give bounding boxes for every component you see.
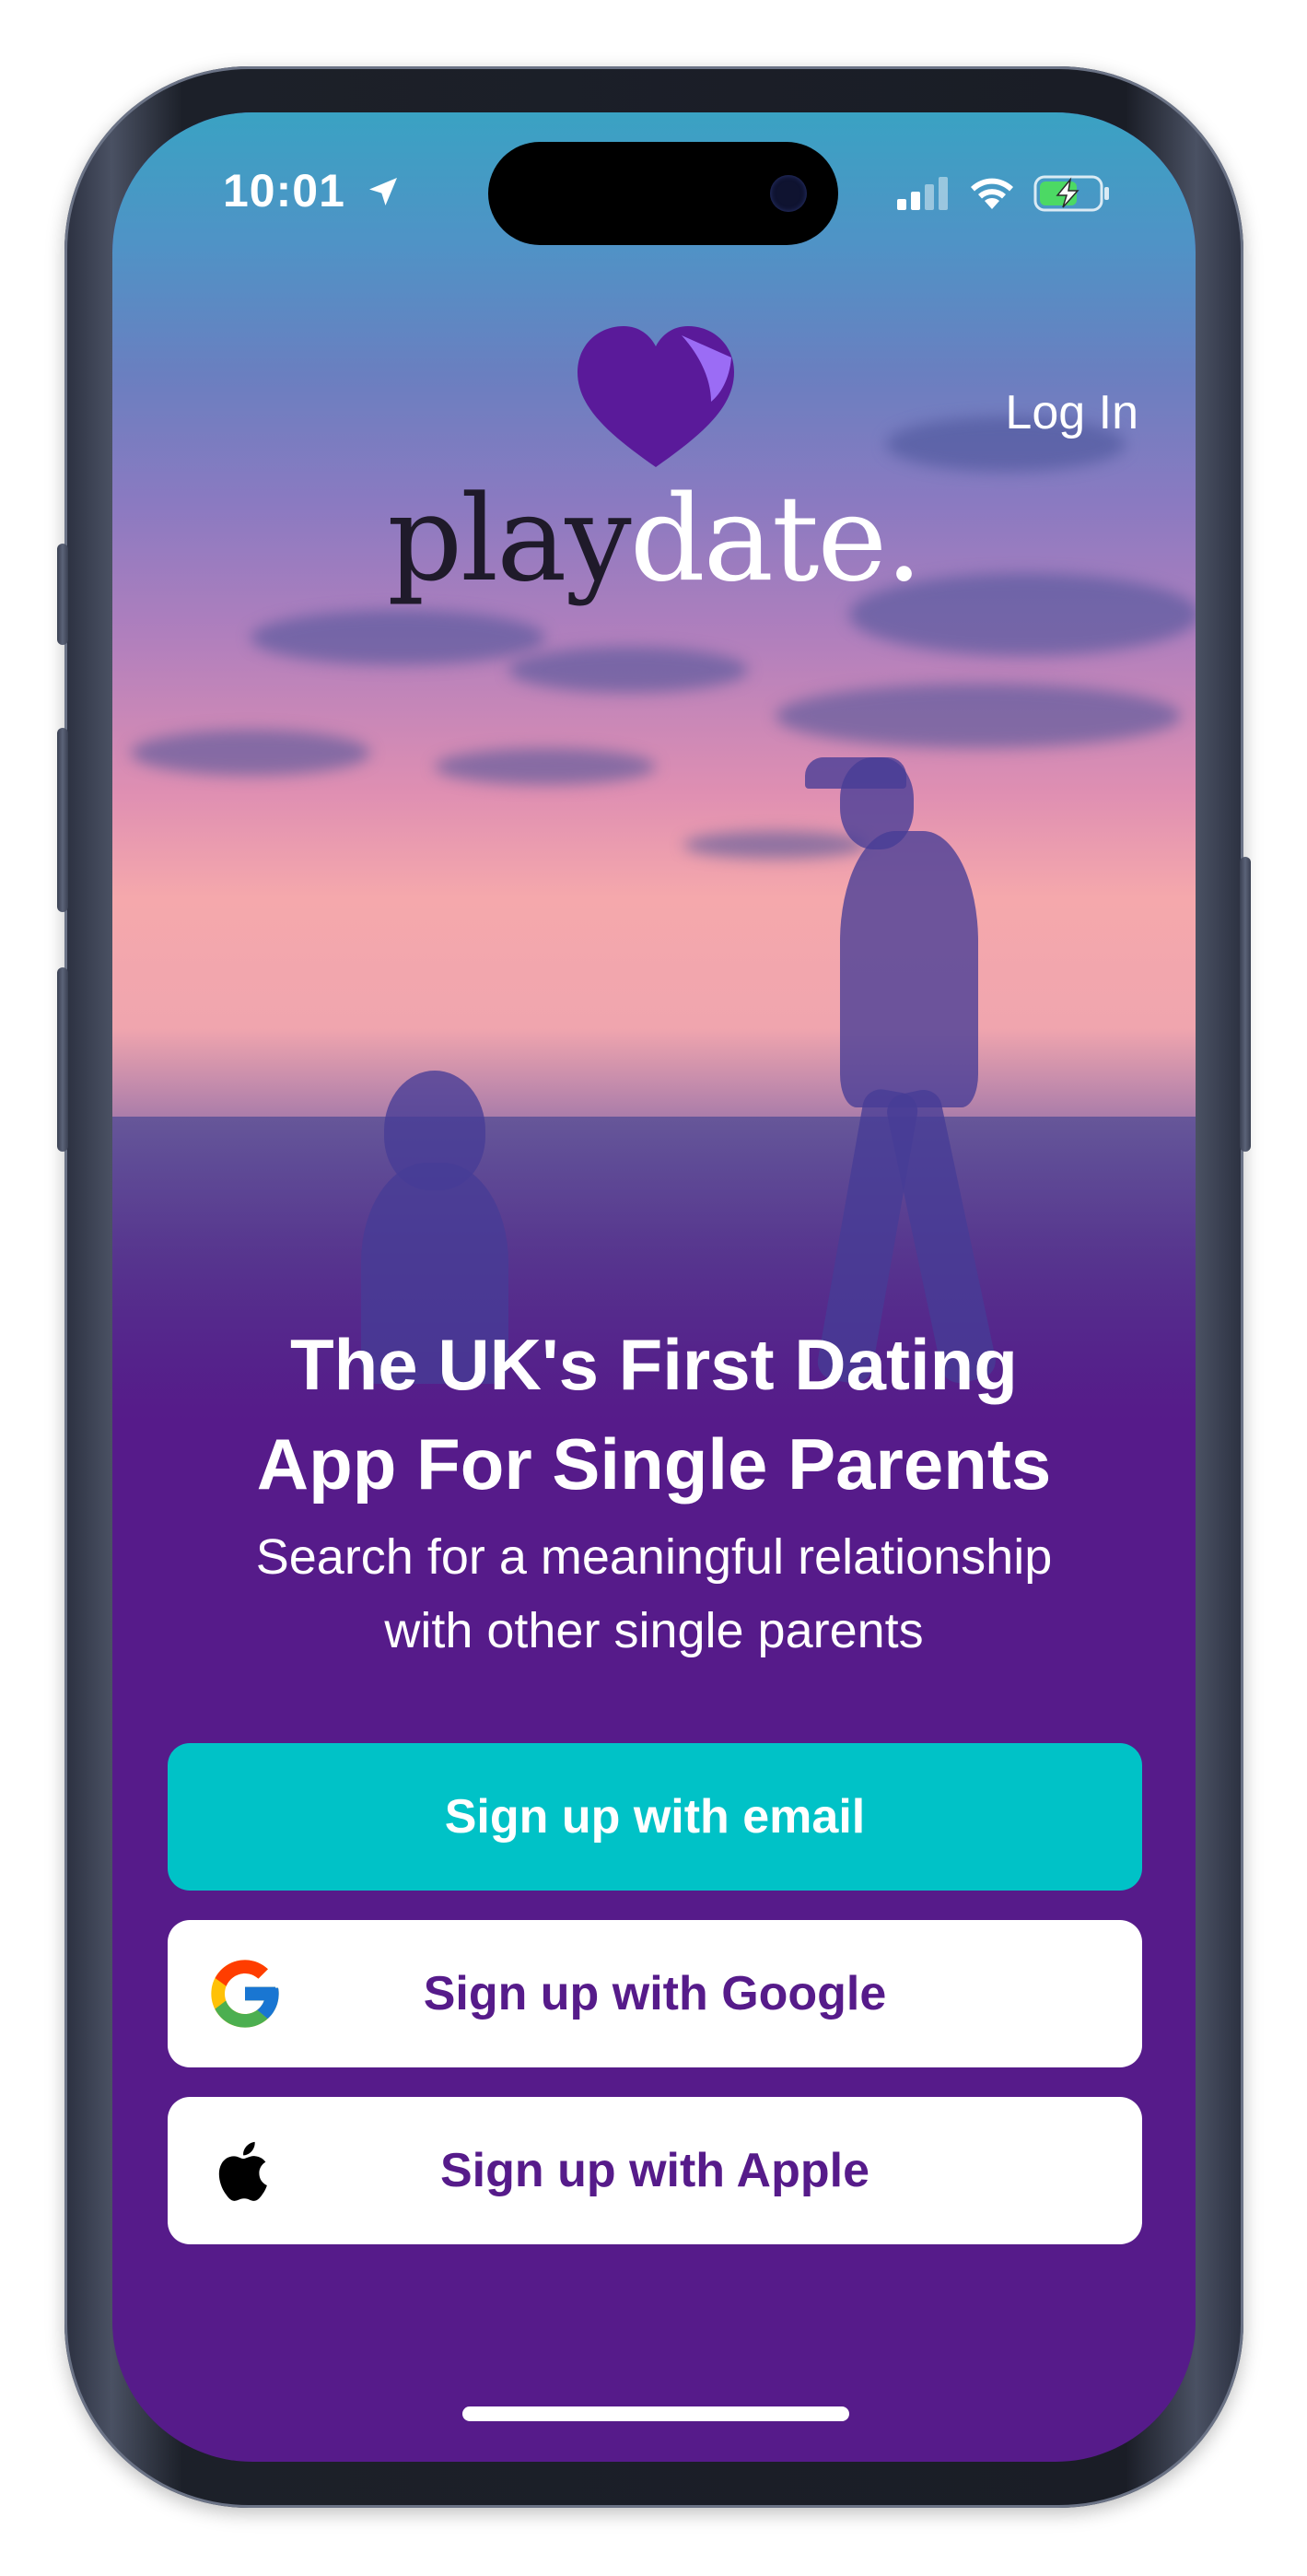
- app-screen: 10:01 playdate. Log In The UK's First Da…: [112, 112, 1196, 2462]
- front-camera: [770, 175, 807, 212]
- volume-down-button: [57, 967, 68, 1152]
- heart-icon: [578, 326, 734, 467]
- home-indicator[interactable]: [462, 2406, 849, 2421]
- adult-silhouette-cap: [805, 757, 906, 789]
- cellular-signal-icon: [897, 177, 948, 210]
- headline-line: The UK's First Dating: [290, 1324, 1018, 1405]
- status-time: 10:01: [223, 164, 402, 217]
- device-mockup: 10:01 playdate. Log In The UK's First Da…: [0, 0, 1307, 2576]
- status-time-text: 10:01: [223, 165, 345, 217]
- cloud: [776, 684, 1181, 748]
- cloud: [251, 610, 545, 665]
- sign-up-google-label: Sign up with Google: [423, 1967, 887, 2020]
- cloud: [131, 730, 370, 776]
- hero-headline: The UK's First Dating App For Single Par…: [112, 1315, 1196, 1514]
- location-arrow-icon: [368, 178, 397, 205]
- hero-photo: [112, 112, 1196, 1421]
- sign-up-apple-label: Sign up with Apple: [439, 2144, 870, 2197]
- adult-silhouette-body: [840, 831, 978, 1107]
- sign-up-email-label: Sign up with email: [444, 1790, 866, 1844]
- brand-wordmark: playdate.: [112, 481, 1196, 599]
- google-g-icon: [211, 1960, 279, 2028]
- cloud: [435, 748, 656, 785]
- subheading-line: Search for a meaningful relationship: [255, 1529, 1053, 1585]
- brand-name-part1: play: [387, 471, 631, 608]
- cloud: [683, 831, 868, 859]
- action-button: [57, 544, 68, 645]
- sign-up-email-button[interactable]: Sign up with email: [168, 1743, 1142, 1891]
- wifi-icon: [971, 178, 1013, 209]
- power-button: [1240, 857, 1251, 1152]
- cloud: [508, 647, 748, 693]
- sign-up-google-button[interactable]: Sign up with Google: [168, 1920, 1142, 2067]
- status-icons: [897, 175, 1111, 212]
- apple-logo-icon: [218, 2141, 267, 2201]
- subheading-line: with other single parents: [384, 1603, 924, 1658]
- hero-subheading: Search for a meaningful relationship wit…: [112, 1520, 1196, 1668]
- dynamic-island: [488, 142, 838, 245]
- headline-line: App For Single Parents: [256, 1423, 1052, 1505]
- brand-name-part2: date.: [629, 471, 923, 608]
- login-link[interactable]: Log In: [1005, 385, 1138, 440]
- sign-up-apple-button[interactable]: Sign up with Apple: [168, 2097, 1142, 2244]
- volume-up-button: [57, 728, 68, 912]
- battery-charging-icon: [1033, 175, 1109, 212]
